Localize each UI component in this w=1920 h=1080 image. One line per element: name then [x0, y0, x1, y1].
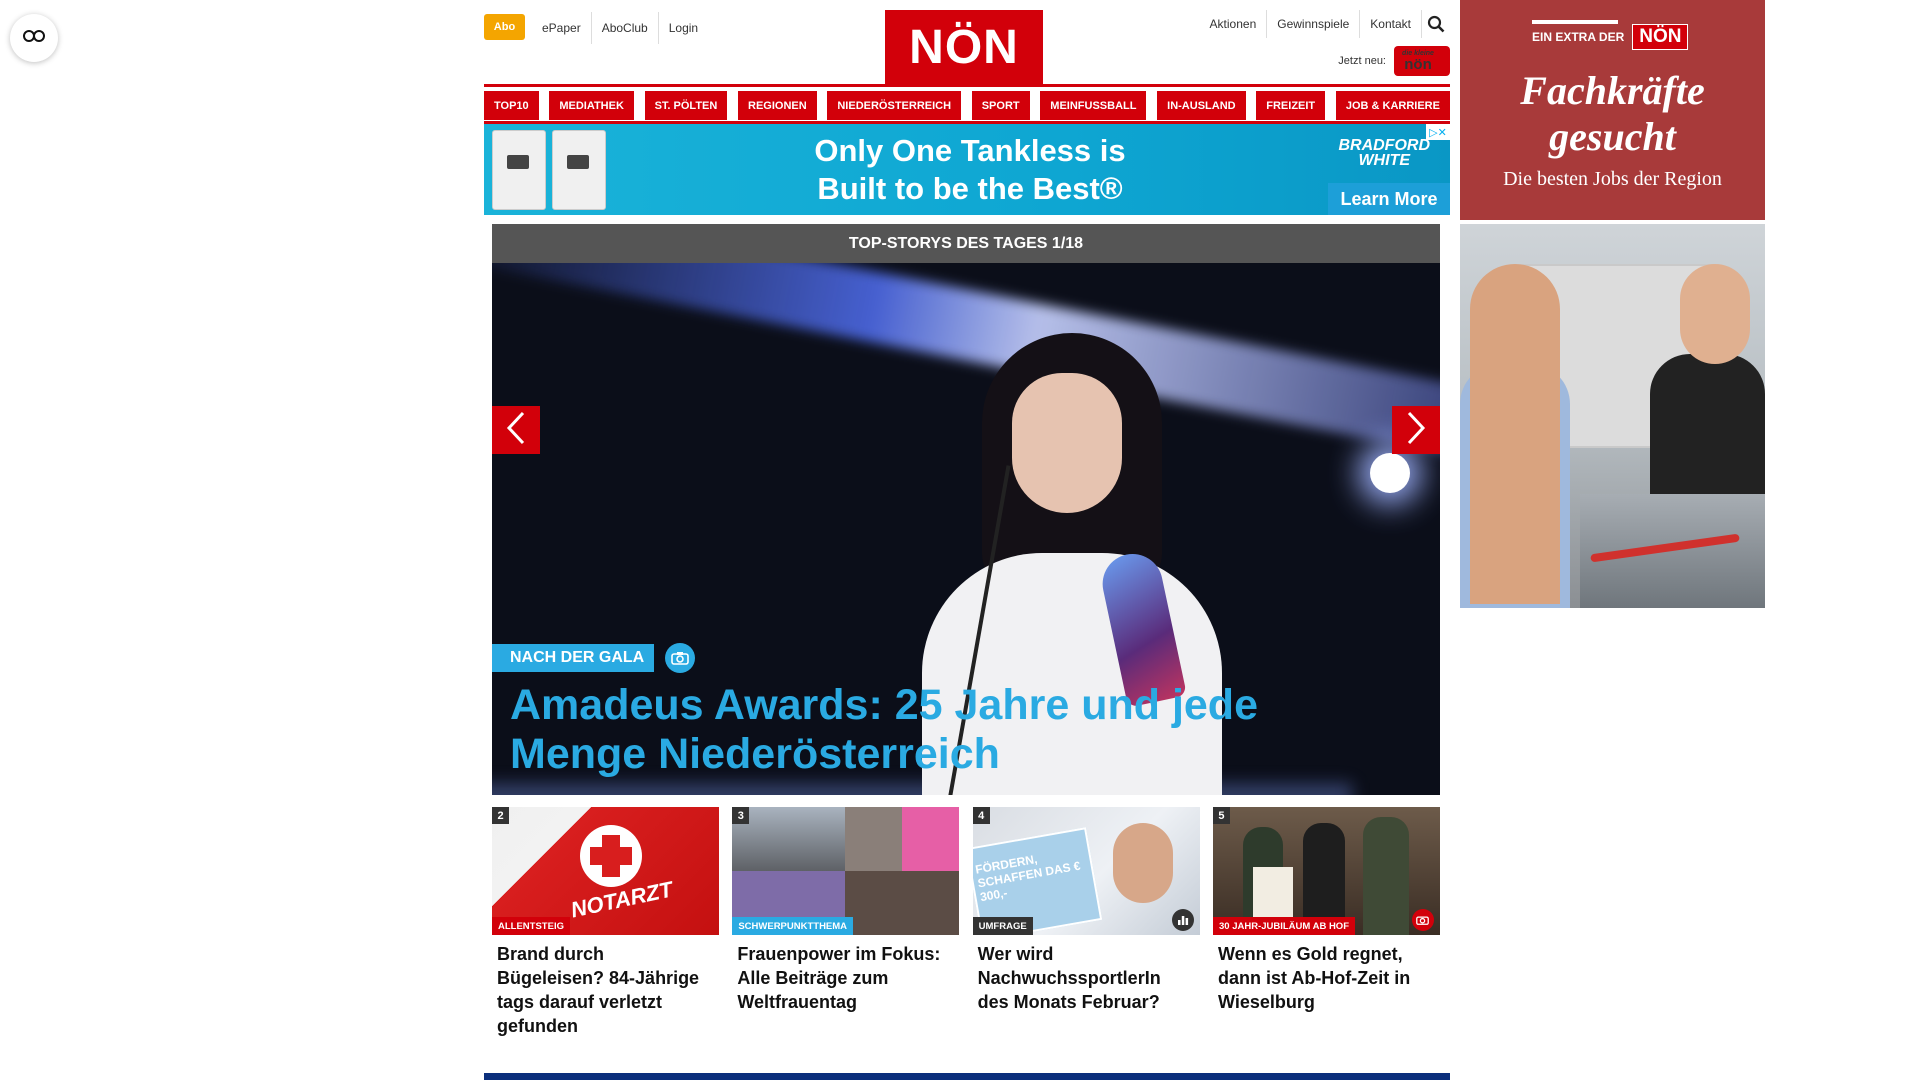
- nav-item-sport[interactable]: SPORT: [971, 91, 1030, 120]
- top-links: ePaper AboClub Login: [532, 12, 708, 44]
- jetzt-neu-label: Jetzt neu:: [1338, 55, 1386, 67]
- jetzt-neu: Jetzt neu: die kleine nön: [1338, 46, 1450, 76]
- learn-more-button[interactable]: Learn More: [1328, 183, 1450, 215]
- story-card-title[interactable]: Brand durch Bügeleisen? 84-Jährige tags …: [497, 942, 714, 1038]
- abo-button[interactable]: Abo: [484, 14, 525, 40]
- nav-item-regionen[interactable]: REGIONEN: [738, 91, 817, 120]
- glasses-icon: [22, 29, 46, 48]
- bar-chart-icon: [1171, 909, 1194, 931]
- extra-label: EIN EXTRA DER: [1532, 30, 1625, 44]
- story-card-tag[interactable]: SCHWERPUNKTTHEMA: [732, 917, 854, 935]
- hero-category-tag[interactable]: NACH DER GALA: [492, 644, 655, 672]
- story-card-image[interactable]: NOTARZT 2 ALLENTSTEIG: [492, 807, 719, 935]
- header-divider: [484, 84, 1450, 87]
- story-card-image[interactable]: 5 30 JAHR-JUBILÄUM AB HOF: [1212, 807, 1440, 935]
- nav-item-st-poelten[interactable]: ST. PÖLTEN: [644, 91, 728, 120]
- hero-title[interactable]: Amadeus Awards: 25 Jahre und jede Menge …: [510, 681, 1330, 779]
- story-card-title[interactable]: Wer wird NachwuchssportlerIn des Monats …: [978, 942, 1195, 1014]
- jobs-ad-headline: Fachkräfte gesucht: [1460, 68, 1765, 160]
- search-icon[interactable]: [1421, 10, 1450, 38]
- story-card-number: 4: [972, 807, 990, 824]
- ad-banner-line1: Only One Tankless is: [814, 133, 1126, 168]
- ad-banner[interactable]: Only One Tankless is Built to be the Bes…: [484, 124, 1450, 215]
- story-card-tag[interactable]: UMFRAGE: [972, 917, 1033, 935]
- extra-der-noen: EIN EXTRA DER NÖN: [1532, 20, 1689, 50]
- nav-item-job-karriere[interactable]: JOB & KARRIERE: [1335, 91, 1450, 120]
- water-heater-image: [492, 130, 606, 210]
- extra-noen-logo: NÖN: [1632, 24, 1689, 50]
- nav-item-meinfussball[interactable]: MEINFUSSBALL: [1040, 91, 1147, 120]
- jobs-ad-subline: Die besten Jobs der Region: [1503, 168, 1722, 190]
- jobs-ad-headline-line2: gesucht: [1549, 114, 1676, 159]
- story-card[interactable]: 3 SCHWERPUNKTTHEMA Frauenpower im Fokus:…: [732, 807, 960, 1038]
- kontakt-link[interactable]: Kontakt: [1359, 10, 1421, 38]
- jobs-ad-headline-line1: Fachkräfte: [1520, 68, 1705, 113]
- page-container: Abo ePaper AboClub Login NÖN Aktionen Ge…: [484, 0, 1781, 1080]
- kleine-noen-badge[interactable]: die kleine nön: [1394, 46, 1450, 76]
- nav-item-freizeit[interactable]: FREIZEIT: [1256, 91, 1326, 120]
- jobs-side-ad[interactable]: EIN EXTRA DER NÖN Fachkräfte gesucht Die…: [1460, 0, 1765, 608]
- nav-item-mediathek[interactable]: MEDIATHEK: [549, 91, 634, 120]
- story-card-tag[interactable]: ALLENTSTEIG: [492, 917, 570, 935]
- gewinnspiele-link[interactable]: Gewinnspiele: [1266, 10, 1359, 38]
- bradford-white-logo-line1: BRADFORD: [1338, 137, 1430, 154]
- chevron-left-icon: [506, 411, 526, 450]
- nav-item-niederoesterreich[interactable]: NIEDERÖSTERREICH: [827, 91, 962, 120]
- adchoices-icon[interactable]: ▷✕: [1426, 124, 1450, 140]
- jobs-ad-photo: [1460, 224, 1765, 608]
- nav-item-top10[interactable]: TOP10: [484, 91, 539, 120]
- footer-bar: [484, 1073, 1450, 1080]
- ad-banner-headline: Only One Tankless is Built to be the Bes…: [730, 132, 1210, 208]
- site-logo[interactable]: NÖN: [885, 10, 1043, 84]
- nav-item-in-ausland[interactable]: IN-AUSLAND: [1157, 91, 1246, 120]
- camera-icon: [665, 643, 695, 673]
- story-card-image[interactable]: 3 SCHWERPUNKTTHEMA: [732, 807, 960, 935]
- ad-banner-line2: Built to be the Best®: [817, 171, 1123, 206]
- chevron-right-icon: [1406, 411, 1426, 450]
- story-cards: NOTARZT 2 ALLENTSTEIG Brand durch Bügele…: [492, 807, 1440, 1038]
- story-card-title[interactable]: Frauenpower im Fokus: Alle Beiträge zum …: [737, 942, 954, 1014]
- epaper-link[interactable]: ePaper: [532, 12, 592, 44]
- next-story-button[interactable]: [1392, 406, 1440, 454]
- bradford-white-logo: BRADFORD WHITE: [1338, 137, 1430, 169]
- bradford-white-logo-line2: WHITE: [1358, 152, 1410, 169]
- story-card-number: 2: [492, 807, 509, 824]
- story-card[interactable]: NOTARZT 2 ALLENTSTEIG Brand durch Bügele…: [492, 807, 719, 1038]
- red-cross-icon: [580, 825, 642, 887]
- reader-toggle-button[interactable]: [10, 14, 58, 62]
- story-card-image[interactable]: FÖRDERN, SCHAFFEN DAS € 300,- 4 UMFRAGE: [972, 807, 1200, 935]
- story-card-number: 3: [732, 807, 750, 824]
- top-stories-header: TOP-STORYS DES TAGES 1/18: [492, 224, 1440, 263]
- story-card[interactable]: FÖRDERN, SCHAFFEN DAS € 300,- 4 UMFRAGE …: [972, 807, 1200, 1038]
- site-header: Abo ePaper AboClub Login NÖN Aktionen Ge…: [484, 0, 1450, 84]
- login-link[interactable]: Login: [659, 12, 708, 44]
- hero-story[interactable]: NACH DER GALA Amadeus Awards: 25 Jahre u…: [492, 263, 1440, 795]
- kleine-noen-badge-bottom: nön: [1404, 56, 1432, 73]
- camera-icon: [1411, 909, 1434, 931]
- service-links: Aktionen Gewinnspiele Kontakt: [1200, 10, 1450, 38]
- story-card-tag[interactable]: 30 JAHR-JUBILÄUM AB HOF: [1212, 917, 1356, 935]
- story-card[interactable]: 5 30 JAHR-JUBILÄUM AB HOF Wenn es Gold r…: [1212, 807, 1440, 1038]
- aboclub-link[interactable]: AboClub: [592, 12, 659, 44]
- main-nav: TOP10 MEDIATHEK ST. PÖLTEN REGIONEN NIED…: [484, 91, 1450, 120]
- story-card-title[interactable]: Wenn es Gold regnet, dann ist Ab-Hof-Zei…: [1218, 942, 1435, 1014]
- prev-story-button[interactable]: [492, 406, 540, 454]
- aktionen-link[interactable]: Aktionen: [1200, 10, 1267, 38]
- jobs-ad-header: EIN EXTRA DER NÖN Fachkräfte gesucht Die…: [1460, 0, 1765, 220]
- story-card-number: 5: [1212, 807, 1230, 824]
